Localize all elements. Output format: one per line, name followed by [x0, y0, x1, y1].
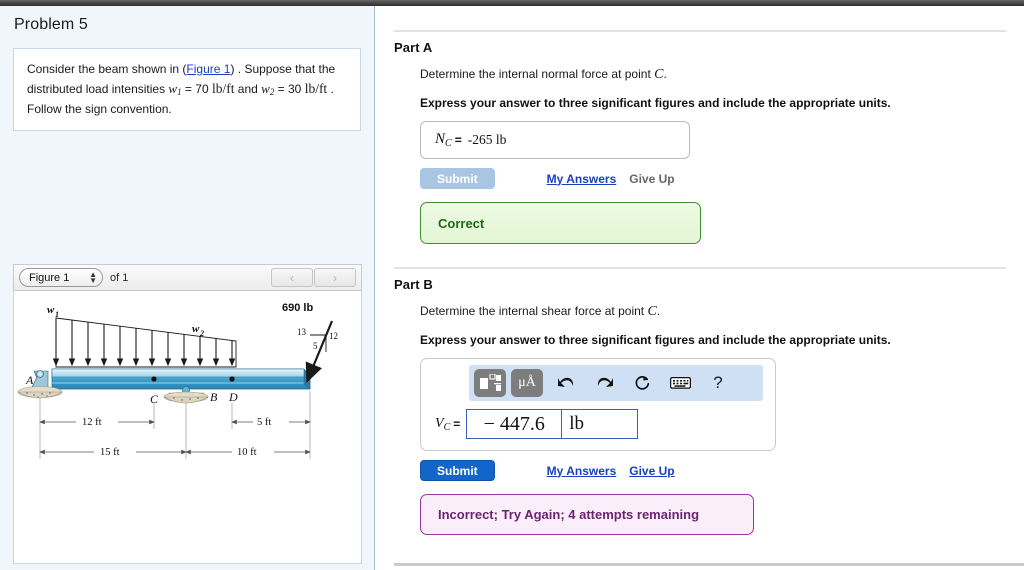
reset-circular-arrow-icon[interactable]	[624, 369, 660, 397]
part-b-value-input[interactable]: − 447.6	[466, 409, 563, 439]
part-a-heading: Part A	[394, 40, 433, 55]
part-a-prompt-text: Determine the internal normal force at p…	[420, 67, 655, 81]
triangle-5-label: 5	[313, 341, 318, 351]
svg-text:1: 1	[55, 310, 59, 319]
keyboard-icon[interactable]	[662, 369, 698, 397]
part-a-answer-field[interactable]: NC = -265 lb	[420, 121, 690, 159]
label-A: A	[25, 373, 34, 387]
chevron-updown-icon: ▲ ▼	[89, 269, 97, 285]
problem-page: Problem 5 Consider the beam shown in (Fi…	[0, 0, 1024, 570]
part-a-my-answers-link[interactable]: My Answers	[547, 172, 617, 186]
part-a-feedback-correct: Correct	[420, 202, 701, 244]
part-b-equals: =	[453, 417, 461, 431]
svg-text:2: 2	[199, 329, 204, 338]
statement-lead: Consider the beam shown in (	[27, 62, 187, 76]
undo-arrow-icon[interactable]	[548, 369, 584, 397]
part-b-point-var: C	[647, 304, 657, 319]
part-b-divider	[394, 267, 1006, 269]
part-a-section: Part A Determine the internal normal for…	[394, 6, 1006, 244]
label-C: C	[150, 392, 159, 406]
units-icon-label: μÅ	[518, 375, 536, 390]
dim-12ft: 12 ft	[82, 417, 102, 428]
part-b-button-row: Submit My Answers Give Up	[420, 460, 1006, 481]
part-b-answer-field[interactable]: μÅ ? VC = − 447.6 lb	[420, 358, 776, 451]
w2-units: lb/ft	[304, 80, 328, 96]
w1-value: = 70	[181, 81, 212, 96]
part-b-entry-row: VC = − 447.6 lb	[435, 409, 639, 439]
figure-next-button[interactable]: ›	[314, 268, 356, 287]
dim-15ft: 15 ft	[100, 447, 120, 458]
statement-and: and	[234, 81, 262, 96]
part-b-heading: Part B	[394, 277, 433, 292]
part-b-my-answers-link[interactable]: My Answers	[547, 464, 617, 478]
part-a-give-up-label: Give Up	[629, 171, 675, 186]
part-b-prompt-text: Determine the internal shear force at po…	[420, 304, 648, 318]
part-a-instruction: Express your answer to three significant…	[420, 96, 891, 110]
w1-symbol: w1	[168, 80, 182, 97]
part-a-prompt: Determine the internal normal force at p…	[420, 67, 1006, 83]
applied-force-arrow	[305, 320, 334, 384]
part-b-prompt-period: .	[656, 304, 661, 318]
figure-select[interactable]: Figure 1 ▲ ▼	[19, 268, 103, 287]
label-B: B	[210, 390, 218, 404]
figure-count-label: of 1	[110, 271, 129, 284]
mu-angstrom-units-icon[interactable]: μÅ	[511, 369, 543, 397]
part-a-equals: =	[454, 133, 462, 147]
force-magnitude-label: 690 lb	[282, 302, 313, 314]
part-b-instruction: Express your answer to three significant…	[420, 333, 891, 347]
figure-canvas: w 1 w 2 A C B D 690 lb 13 12 5 12 ft 5 f…	[13, 291, 362, 564]
load-label-w2: w	[192, 323, 200, 335]
w2-value: = 30	[274, 81, 305, 96]
figure-select-value: Figure 1	[29, 271, 70, 284]
part-b-units-input[interactable]: lb	[562, 409, 639, 439]
part-a-divider	[394, 30, 1006, 32]
point-d-marker	[229, 376, 235, 382]
part-b-feedback-incorrect: Incorrect; Try Again; 4 attempts remaini…	[420, 494, 754, 535]
figure-1-link[interactable]: Figure 1	[186, 62, 230, 76]
dim-10ft: 10 ft	[237, 447, 257, 458]
part-b-prompt: Determine the internal shear force at po…	[420, 304, 1006, 320]
load-label-w1: w	[47, 304, 55, 316]
page-title: Problem 5	[14, 16, 88, 33]
right-panel: Part A Determine the internal normal for…	[376, 6, 1024, 570]
help-question-icon[interactable]: ?	[700, 369, 736, 397]
w1-units: lb/ft	[211, 80, 235, 96]
part-a-submit-button[interactable]: Submit	[420, 168, 495, 189]
triangle-12-label: 12	[329, 331, 338, 341]
part-a-prompt-period: .	[663, 67, 667, 81]
w2-symbol: w2	[261, 80, 275, 97]
part-a-answer-variable: NC	[435, 131, 452, 149]
figure-prev-button[interactable]: ‹	[271, 268, 313, 287]
left-panel: Problem 5 Consider the beam shown in (Fi…	[0, 6, 375, 570]
part-b-submit-button[interactable]: Submit	[420, 460, 495, 481]
label-D: D	[228, 390, 238, 404]
part-b-give-up-link[interactable]: Give Up	[629, 464, 674, 478]
page-bottom-divider	[394, 563, 1024, 566]
part-b-section: Part B Determine the internal shear forc…	[394, 244, 1006, 535]
part-b-answer-variable: VC	[435, 415, 451, 433]
point-c-marker	[151, 376, 157, 382]
math-template-icon[interactable]	[474, 369, 506, 397]
triangle-13-label: 13	[297, 327, 307, 337]
beam-diagram: w 1 w 2 A C B D 690 lb 13 12 5 12 ft 5 f…	[17, 302, 338, 459]
redo-arrow-icon[interactable]	[586, 369, 622, 397]
figure-navigator: Figure 1 ▲ ▼ of 1 ‹ ›	[13, 264, 362, 291]
problem-statement: Consider the beam shown in (Figure 1) . …	[13, 48, 361, 132]
figure-arrow-group: ‹ ›	[271, 268, 356, 287]
math-toolbar: μÅ ?	[469, 365, 763, 401]
part-a-button-row: Submit My Answers Give Up	[420, 168, 1006, 189]
part-a-answer-value: -265 lb	[467, 132, 507, 147]
dim-5ft: 5 ft	[257, 417, 271, 428]
